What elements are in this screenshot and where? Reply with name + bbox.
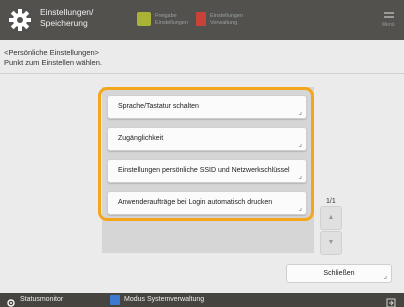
- hamburger-icon: [384, 12, 394, 14]
- menu-button[interactable]: Menü: [380, 10, 398, 30]
- arrow-down-icon: ▼: [327, 239, 335, 246]
- document-icon: [196, 12, 206, 26]
- status-monitor-button[interactable]: Statusmonitor: [20, 293, 63, 307]
- shortcut-icon: [137, 12, 151, 26]
- header-shortcut-2-line1: Einstellungen: [210, 13, 244, 19]
- mode-label: Modus Systemverwaltung: [124, 296, 205, 303]
- login-icon[interactable]: [386, 295, 396, 307]
- window-title-line1: Einstellungen/: [40, 7, 94, 17]
- menu-label: Menü: [382, 22, 395, 28]
- status-monitor-icon: [6, 295, 16, 307]
- hamburger-icon-line: [384, 16, 394, 18]
- scroll-down-button[interactable]: ▼: [320, 231, 342, 255]
- selection-highlight: [98, 87, 314, 221]
- page-indicator: 1/1: [326, 198, 336, 205]
- window-title: Einstellungen/ Speicherung: [40, 7, 93, 29]
- corner-arrow-icon: ⌟: [383, 273, 387, 280]
- instructions: <Persönliche Einstellungen> Punkt zum Ei…: [4, 48, 102, 68]
- close-button-label: Schließen: [323, 270, 355, 277]
- header-shortcut-label-2: Einstellungen Verwaltung: [210, 13, 243, 27]
- settings-gear-icon[interactable]: [6, 6, 34, 34]
- admin-mode-icon: [110, 295, 120, 305]
- instruction-heading: <Persönliche Einstellungen>: [4, 48, 100, 57]
- header-shortcut-1-line2: Einstellungen: [155, 20, 189, 26]
- header-shortcut-label-1: Freigabe Einstellungen: [155, 13, 188, 27]
- window-title-line2: Speicherung: [40, 18, 88, 28]
- header-shortcut-button-2[interactable]: Einstellungen Verwaltung: [196, 8, 246, 32]
- divider: [0, 73, 404, 74]
- status-bar: Statusmonitor Modus Systemverwaltung: [0, 293, 404, 307]
- close-button[interactable]: Schließen ⌟: [286, 264, 392, 283]
- arrow-up-icon: ▲: [327, 214, 335, 221]
- header-shortcut-button-1[interactable]: Freigabe Einstellungen: [137, 8, 188, 32]
- top-bar: Einstellungen/ Speicherung Freigabe Eins…: [0, 0, 404, 40]
- header-shortcut-2-line2: Verwaltung: [210, 20, 238, 26]
- header-shortcut-1-line1: Freigabe: [155, 13, 177, 19]
- scroll-up-button[interactable]: ▲: [320, 206, 342, 230]
- instruction-text: Punkt zum Einstellen wählen.: [4, 58, 102, 67]
